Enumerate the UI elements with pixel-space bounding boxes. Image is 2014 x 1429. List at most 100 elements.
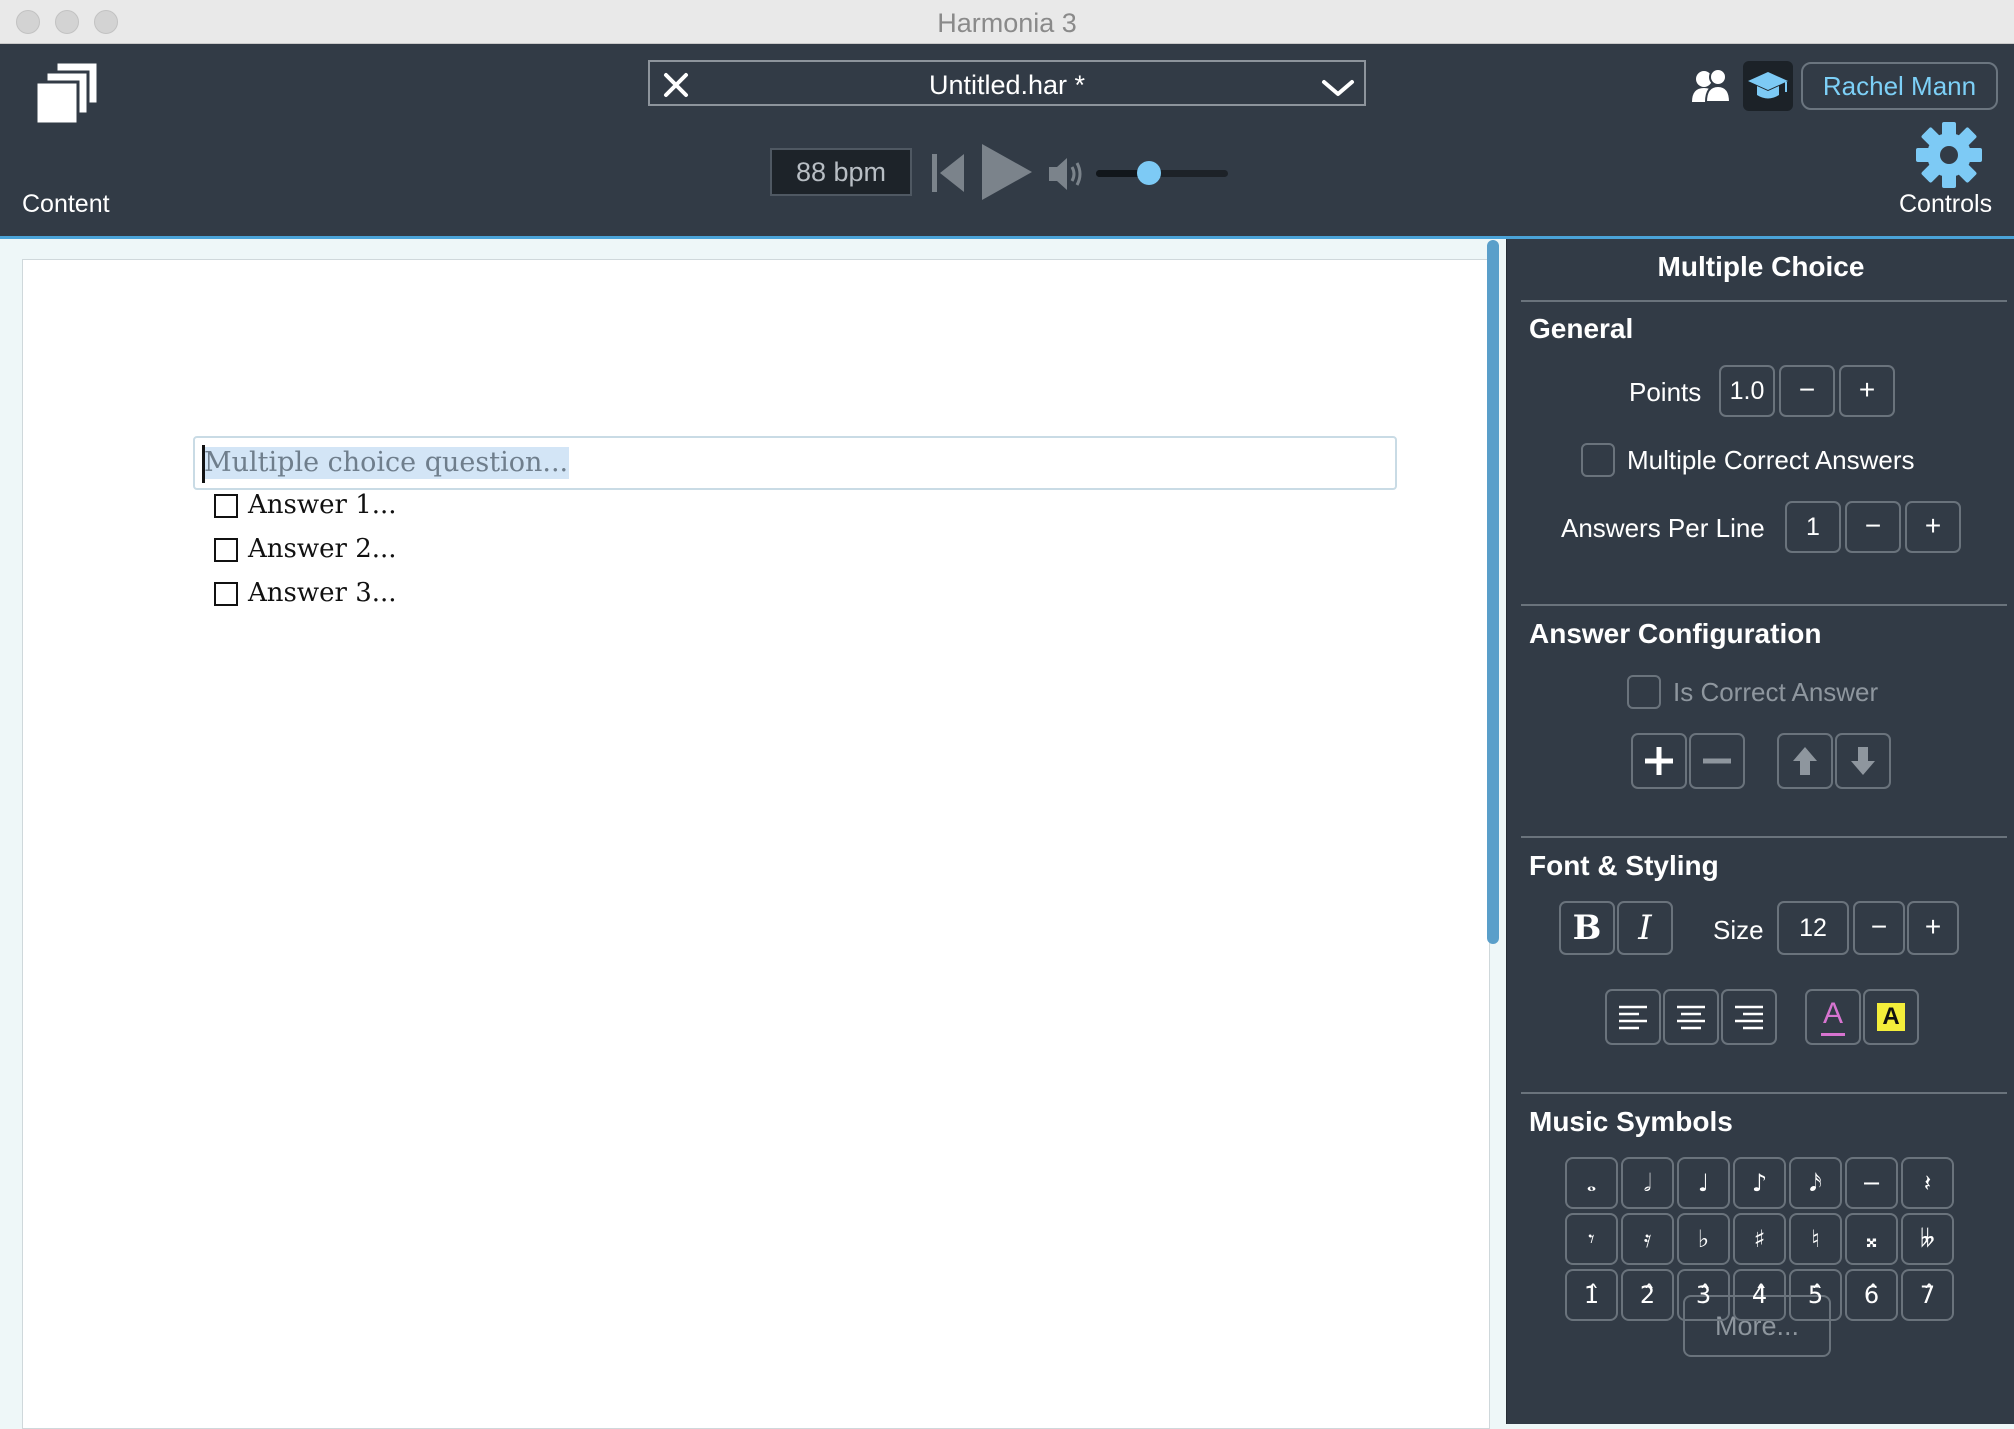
align-right-icon: [1723, 991, 1775, 1043]
answer-checkbox[interactable]: [214, 582, 238, 606]
music-symbol-button[interactable]: ♮: [1789, 1213, 1842, 1265]
music-symbols-section-title: Music Symbols: [1529, 1106, 1733, 1137]
panel-title: Multiple Choice: [1657, 251, 1865, 282]
answers-per-line-decrement-button[interactable]: −: [1845, 501, 1901, 553]
answer-checkbox[interactable]: [214, 494, 238, 518]
music-symbol-button[interactable]: 𝄫: [1901, 1213, 1954, 1265]
music-symbol-button[interactable]: 7̂: [1901, 1269, 1954, 1321]
music-symbol-button[interactable]: ♩: [1677, 1157, 1730, 1209]
divider: [1521, 604, 2007, 606]
document-scrollbar[interactable]: [1487, 240, 1499, 944]
inspector-panel: Multiple Choice General Points 1.0 − + M…: [1506, 239, 2014, 1424]
add-answer-button[interactable]: [1631, 733, 1687, 789]
window-title: Harmonia 3: [937, 8, 1077, 38]
volume-slider[interactable]: [1096, 161, 1228, 185]
text-color-icon: A: [1822, 997, 1843, 1030]
answer-text[interactable]: Answer 2...: [248, 534, 397, 564]
content-stack-icon: [34, 60, 102, 126]
music-symbol-button[interactable]: 𝄽: [1901, 1157, 1954, 1209]
document-page[interactable]: Multiple choice question...: [22, 259, 1490, 1429]
music-symbol-button[interactable]: 𝄪: [1845, 1213, 1898, 1265]
text-caret: [202, 445, 205, 483]
answer-config-section-title: Answer Configuration: [1529, 618, 1822, 649]
size-label: Size: [1713, 915, 1764, 945]
align-center-button[interactable]: [1663, 989, 1719, 1045]
graduation-cap-icon[interactable]: [1743, 61, 1793, 111]
music-symbol-button[interactable]: ♯: [1733, 1213, 1786, 1265]
align-center-icon: [1665, 991, 1717, 1043]
answer-checkbox[interactable]: [214, 538, 238, 562]
points-field[interactable]: 1.0: [1719, 365, 1775, 417]
controls-label: Controls: [1899, 190, 1993, 218]
music-symbol-button[interactable]: 2̂: [1621, 1269, 1674, 1321]
text-color-button[interactable]: A: [1805, 989, 1861, 1045]
font-size-increment-button[interactable]: +: [1907, 901, 1959, 955]
plus-icon: [1633, 735, 1685, 787]
divider: [1521, 836, 2007, 838]
multiple-correct-checkbox[interactable]: [1581, 443, 1615, 477]
music-symbol-button[interactable]: −: [1845, 1157, 1898, 1209]
music-symbol-button[interactable]: 4̂: [1733, 1269, 1786, 1321]
move-answer-down-button[interactable]: [1835, 733, 1891, 789]
content-label: Content: [22, 190, 110, 218]
points-label: Points: [1629, 377, 1702, 407]
main-toolbar: Content Untitled.har * Rachel Mann 88 bp…: [0, 44, 2014, 239]
remove-answer-button[interactable]: [1689, 733, 1745, 789]
highlight-color-button[interactable]: A: [1863, 989, 1919, 1045]
document-area: Multiple choice question... Answer 1... …: [0, 239, 1506, 1429]
volume-slider-thumb[interactable]: [1136, 161, 1161, 185]
move-answer-up-button[interactable]: [1777, 733, 1833, 789]
collaboration-icon[interactable]: [1690, 66, 1732, 106]
divider: [1521, 1092, 2007, 1094]
italic-button[interactable]: I: [1617, 901, 1673, 955]
multiple-correct-label: Multiple Correct Answers: [1627, 445, 1915, 475]
music-symbol-button[interactable]: ♪: [1733, 1157, 1786, 1209]
arrow-up-icon: [1779, 735, 1831, 787]
is-correct-label: Is Correct Answer: [1673, 677, 1879, 707]
music-symbol-button[interactable]: ♭: [1677, 1213, 1730, 1265]
music-symbol-button[interactable]: 𝄾: [1565, 1213, 1618, 1265]
text-color-underline: [1821, 1033, 1845, 1036]
answers-per-line-label: Answers Per Line: [1561, 513, 1765, 543]
answers-per-line-increment-button[interactable]: +: [1905, 501, 1961, 553]
align-left-icon: [1607, 991, 1659, 1043]
highlight-color-icon: A: [1877, 1003, 1905, 1031]
music-symbol-button[interactable]: 𝄿: [1621, 1213, 1674, 1265]
music-symbol-button[interactable]: 6̂: [1845, 1269, 1898, 1321]
question-input[interactable]: Multiple choice question...: [193, 436, 1397, 490]
music-symbol-button[interactable]: 𝅗𝅥: [1621, 1157, 1674, 1209]
music-symbol-button[interactable]: 1̂: [1565, 1269, 1618, 1321]
file-name: Untitled.har *: [928, 70, 1086, 100]
align-left-button[interactable]: [1605, 989, 1661, 1045]
music-symbol-button[interactable]: 𝅝: [1565, 1157, 1618, 1209]
gear-icon[interactable]: [1914, 120, 1984, 190]
is-correct-checkbox[interactable]: [1627, 675, 1661, 709]
file-selector[interactable]: Untitled.har *: [648, 60, 1366, 106]
minus-icon: [1691, 735, 1743, 787]
play-icon[interactable]: [978, 140, 1036, 204]
points-increment-button[interactable]: +: [1839, 365, 1895, 417]
bold-button[interactable]: B: [1559, 901, 1615, 955]
font-size-decrement-button[interactable]: −: [1853, 901, 1905, 955]
music-symbol-button[interactable]: 5̂: [1789, 1269, 1842, 1321]
tempo-field[interactable]: 88 bpm: [770, 148, 912, 196]
skip-back-icon[interactable]: [928, 150, 968, 196]
content-button[interactable]: [22, 60, 112, 205]
music-symbol-button[interactable]: 𝅘𝅥𝅯: [1789, 1157, 1842, 1209]
divider: [1521, 300, 2007, 302]
font-size-field[interactable]: 12: [1777, 901, 1849, 955]
volume-icon[interactable]: [1046, 154, 1088, 194]
answer-text[interactable]: Answer 3...: [248, 578, 397, 608]
answer-text[interactable]: Answer 1...: [248, 490, 397, 520]
question-placeholder: Multiple choice question...: [203, 447, 570, 479]
window-titlebar: Harmonia 3: [0, 0, 2014, 44]
user-account-button[interactable]: Rachel Mann: [1801, 62, 1998, 110]
chevron-down-icon[interactable]: [1318, 67, 1358, 107]
answers-per-line-field[interactable]: 1: [1785, 501, 1841, 553]
general-section-title: General: [1529, 313, 1634, 344]
arrow-down-icon: [1837, 735, 1889, 787]
music-symbol-button[interactable]: 3̂: [1677, 1269, 1730, 1321]
font-styling-section-title: Font & Styling: [1529, 850, 1719, 881]
align-right-button[interactable]: [1721, 989, 1777, 1045]
points-decrement-button[interactable]: −: [1779, 365, 1835, 417]
